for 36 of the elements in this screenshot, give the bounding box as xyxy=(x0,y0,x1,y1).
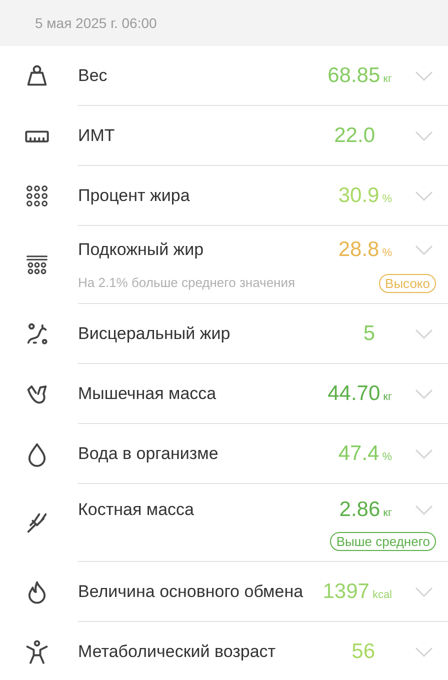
metric-value: 5 xyxy=(363,320,375,347)
metric-label: Висцеральный жир xyxy=(78,322,232,344)
metric-value: 47.4% xyxy=(338,440,392,467)
metric-value: 68.85 кг xyxy=(328,62,392,89)
chevron-down-icon[interactable] xyxy=(414,586,434,598)
chevron-down-icon[interactable] xyxy=(414,244,434,256)
chevron-down-icon[interactable] xyxy=(414,646,434,658)
metric-value: 22.0 xyxy=(334,122,375,149)
metric-label: Вес xyxy=(78,64,108,86)
chevron-down-icon[interactable] xyxy=(414,190,434,202)
metric-value: 28.8% xyxy=(338,236,392,263)
chevron-down-icon[interactable] xyxy=(414,448,434,460)
chevron-down-icon[interactable] xyxy=(414,328,434,340)
metric-label: Величина основного обмена xyxy=(78,580,304,602)
metric-value: 44.70 кг xyxy=(328,380,392,407)
person-icon xyxy=(24,639,50,665)
metric-note: На 2.1% больше среднего значения xyxy=(78,275,296,290)
metric-value: 56 xyxy=(352,639,375,666)
chevron-down-icon[interactable] xyxy=(414,388,434,400)
metric-label: Процент жира xyxy=(78,184,191,206)
metric-value: 1397 kcal xyxy=(322,578,392,605)
status-badge: Высоко xyxy=(379,274,436,293)
chevron-down-icon[interactable] xyxy=(414,130,434,142)
metric-label: Подкожный жир xyxy=(78,238,205,260)
date-text: 5 мая 2025 г. 06:00 xyxy=(35,14,157,32)
dots-grid-icon xyxy=(24,183,50,209)
metric-value: 30.9% xyxy=(338,182,392,209)
metric-label: Метаболический возраст xyxy=(78,641,277,663)
status-badge: Выше среднего xyxy=(330,532,436,551)
metric-label: ИМТ xyxy=(78,124,116,146)
metric-value: 2.86 кг xyxy=(339,497,392,524)
metric-label: Вода в организме xyxy=(78,442,220,464)
chevron-down-icon[interactable] xyxy=(414,70,434,82)
chevron-down-icon[interactable] xyxy=(414,504,434,516)
metric-label: Мышечная масса xyxy=(78,382,218,404)
metric-label: Костная масса xyxy=(78,499,196,521)
